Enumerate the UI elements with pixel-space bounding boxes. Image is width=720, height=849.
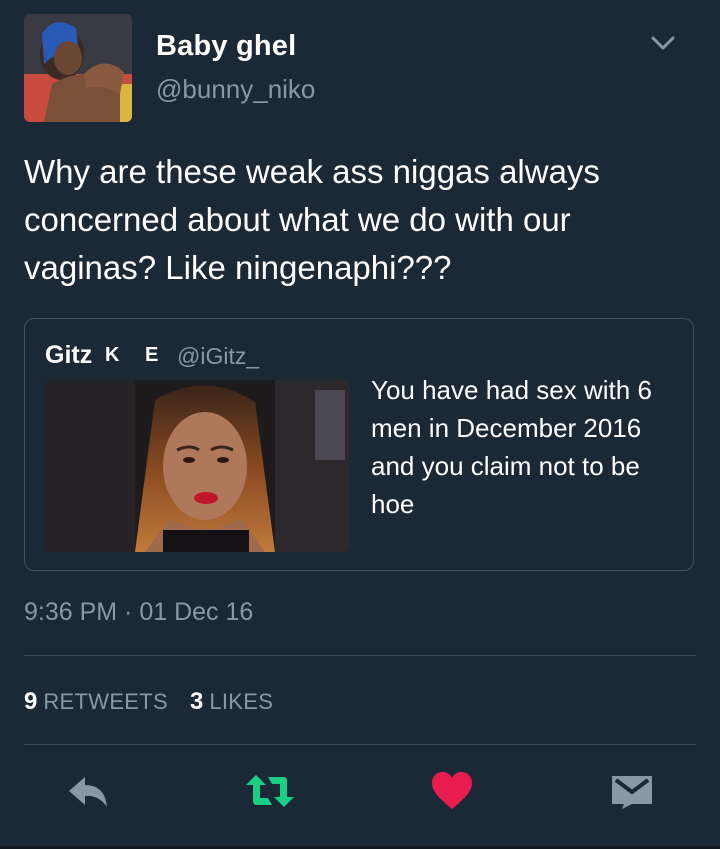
quoted-tweet-card[interactable]: Gitz K E @iGitz_ You have had sex with 6… bbox=[24, 318, 694, 571]
reply-button[interactable] bbox=[64, 770, 112, 816]
reply-icon bbox=[65, 771, 111, 816]
chevron-down-icon[interactable] bbox=[648, 30, 678, 56]
tweet-timestamp[interactable]: 9:36 PM · 01 Dec 16 bbox=[24, 598, 253, 627]
direct-message-button[interactable] bbox=[608, 770, 656, 816]
retweets-count: 9 bbox=[24, 688, 38, 715]
divider bbox=[24, 655, 696, 656]
retweet-icon bbox=[244, 771, 296, 816]
quoted-author-flags: K E bbox=[105, 344, 169, 366]
likes-stat[interactable]: 3 LIKES bbox=[189, 688, 274, 715]
tweet-text: Why are these weak ass niggas always con… bbox=[24, 153, 600, 286]
display-name[interactable]: Baby ghel bbox=[156, 30, 296, 63]
retweets-label: RETWEETS bbox=[43, 689, 168, 714]
engagement-stats: 9 RETWEETS 3 LIKES bbox=[24, 688, 273, 716]
quoted-author-name: Gitz bbox=[45, 341, 93, 369]
retweet-button[interactable] bbox=[246, 770, 294, 816]
likes-count: 3 bbox=[189, 688, 204, 715]
quoted-tweet-text: You have had sex with 6 men in December … bbox=[371, 375, 652, 519]
retweets-stat[interactable]: 9 RETWEETS bbox=[24, 688, 168, 715]
likes-label: LIKES bbox=[209, 689, 274, 714]
quoted-author-handle: @iGitz_ bbox=[177, 343, 260, 369]
tweet-detail: Baby ghel @bunny_niko Why are these weak… bbox=[0, 0, 720, 849]
heart-icon bbox=[431, 771, 473, 816]
message-icon bbox=[610, 772, 654, 815]
avatar[interactable] bbox=[24, 14, 132, 122]
quoted-tweet-image[interactable] bbox=[45, 380, 350, 552]
divider bbox=[24, 744, 696, 745]
like-button[interactable] bbox=[428, 770, 476, 816]
user-handle[interactable]: @bunny_niko bbox=[156, 74, 315, 105]
